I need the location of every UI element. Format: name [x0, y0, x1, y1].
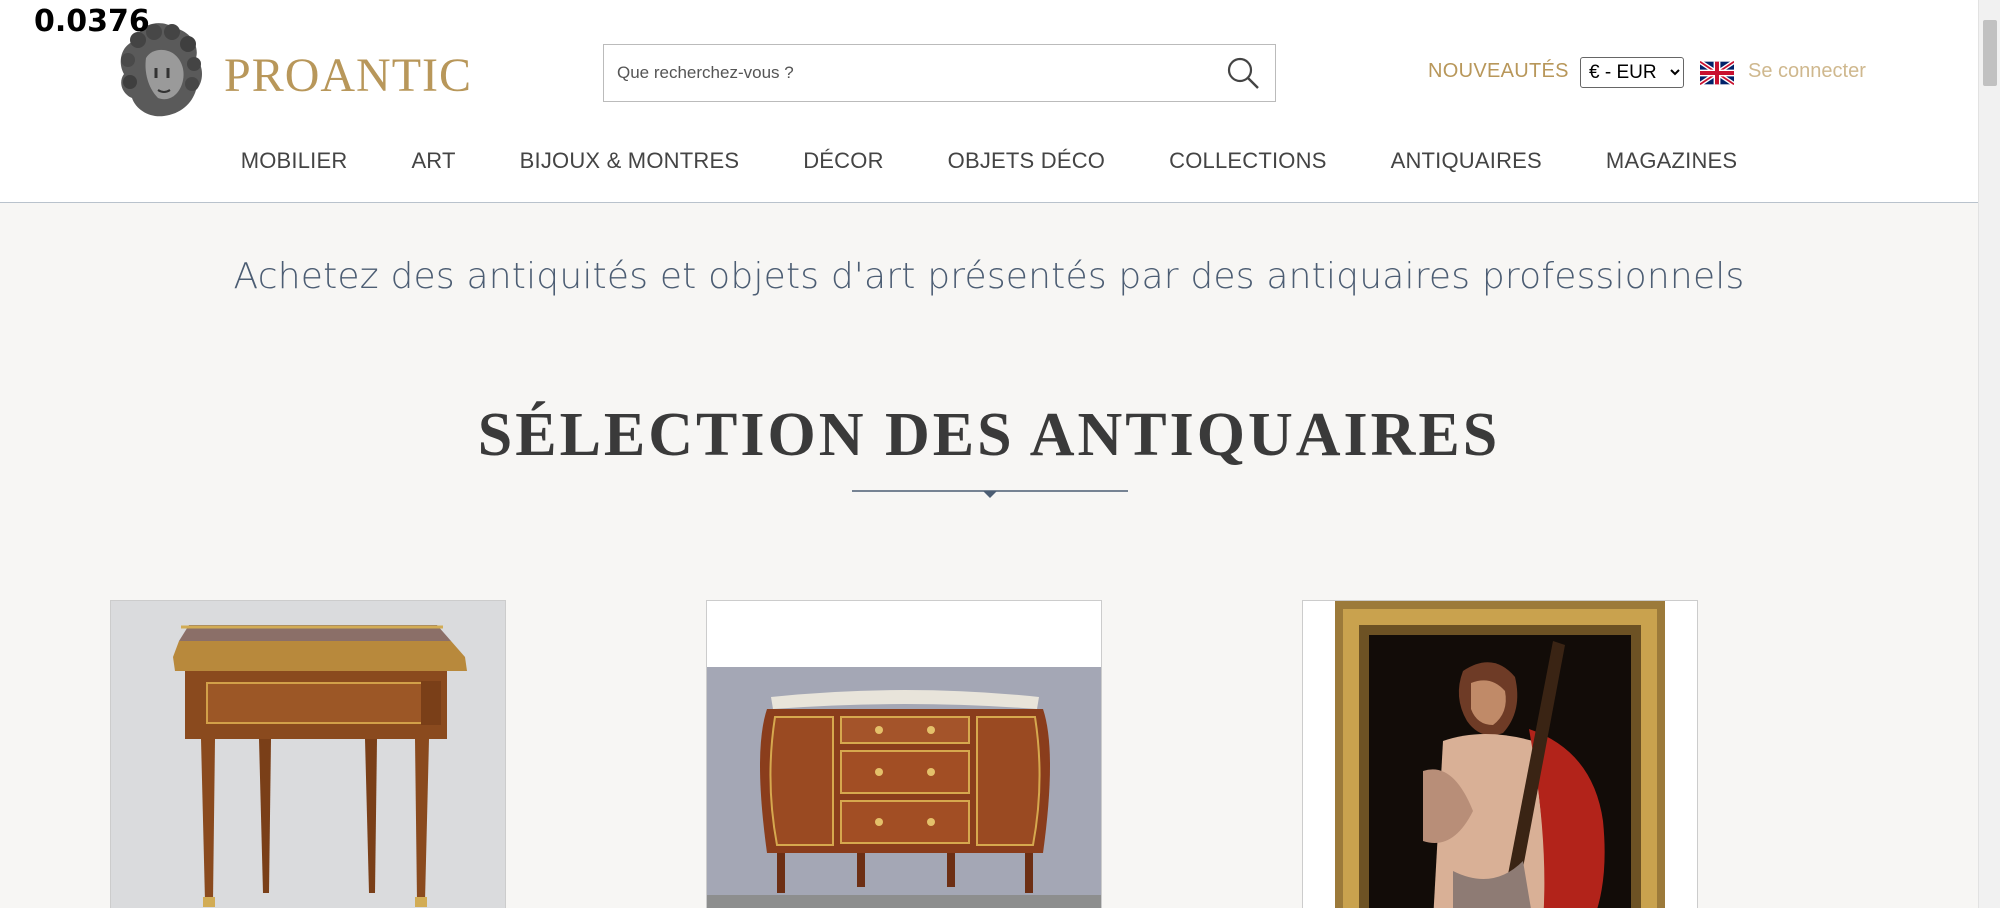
search-input[interactable]	[604, 45, 1204, 101]
uk-flag-icon[interactable]	[1700, 61, 1734, 85]
brand-name: PROANTIC	[224, 49, 473, 102]
site-header: PROANTIC NOUVEAUTÉS € - EUR Se connecter…	[0, 0, 1978, 203]
search-icon	[1227, 57, 1259, 89]
overlay-value: 0.0376	[34, 4, 150, 39]
currency-select[interactable]: € - EUR	[1580, 57, 1684, 88]
painting-image	[1303, 601, 1697, 908]
login-link[interactable]: Se connecter	[1748, 60, 1866, 83]
nav-item-objets-deco[interactable]: OBJETS DÉCO	[948, 148, 1105, 178]
nouveautes-link[interactable]: NOUVEAUTÉS	[1428, 60, 1569, 83]
search-bar	[603, 44, 1276, 102]
product-card-side-table[interactable]	[110, 600, 506, 908]
scrollbar-thumb[interactable]	[1983, 20, 1997, 86]
section-title: SÉLECTION DES ANTIQUAIRES	[477, 401, 1501, 469]
nav-item-art[interactable]: ART	[411, 148, 455, 178]
nav-item-decor[interactable]: DÉCOR	[803, 148, 883, 178]
nav-item-magazines[interactable]: MAGAZINES	[1606, 148, 1737, 178]
search-button[interactable]	[1225, 55, 1261, 91]
nav-item-mobilier[interactable]: MOBILIER	[241, 148, 348, 178]
side-table-image	[111, 601, 505, 908]
brand-logo[interactable]: PROANTIC	[110, 18, 473, 126]
product-card-commode[interactable]	[706, 600, 1102, 908]
nav-item-collections[interactable]: COLLECTIONS	[1169, 148, 1326, 178]
nav-item-antiquaires[interactable]: ANTIQUAIRES	[1391, 148, 1542, 178]
tagline: Achetez des antiquités et objets d'art p…	[233, 256, 1745, 297]
commode-image	[707, 601, 1101, 908]
product-card-painting[interactable]	[1302, 600, 1698, 908]
page-scrollbar[interactable]	[1978, 0, 2000, 908]
main-nav: MOBILIER ART BIJOUX & MONTRES DÉCOR OBJE…	[0, 148, 1978, 178]
nav-item-bijoux-montres[interactable]: BIJOUX & MONTRES	[520, 148, 740, 178]
title-divider	[852, 490, 1128, 498]
